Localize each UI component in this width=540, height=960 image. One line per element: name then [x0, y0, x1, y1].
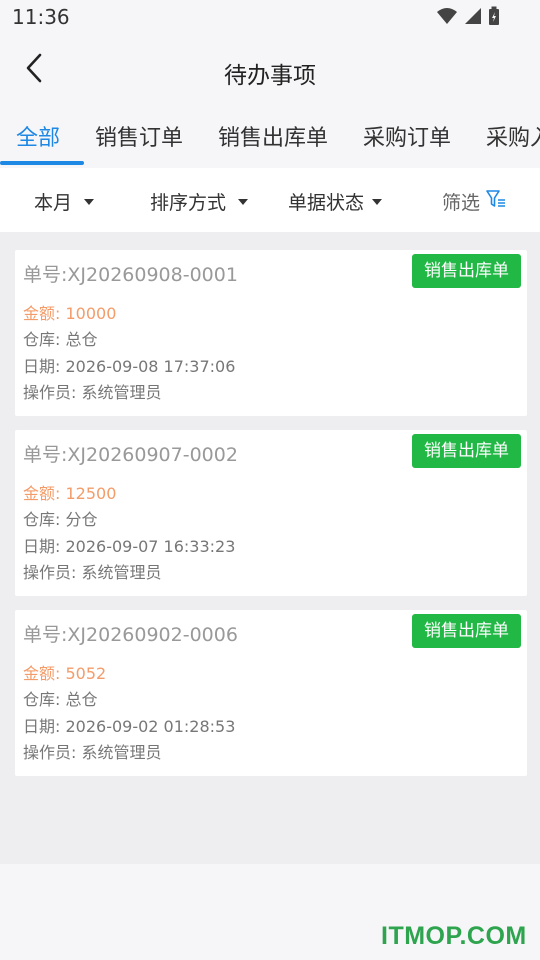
tab-purchase-order[interactable]: 采购订单 — [363, 120, 451, 152]
sort-filter-label: 排序方式 — [150, 192, 227, 214]
status-filter-label: 单据状态 — [288, 192, 365, 214]
order-number: 单号:XJ20260902-0006 — [23, 624, 238, 646]
month-filter-label: 本月 — [34, 192, 73, 214]
amount: 金额: 10000 — [23, 304, 117, 323]
sort-filter[interactable]: 排序方式 — [150, 188, 249, 215]
active-tab-indicator — [0, 161, 84, 165]
todo-list: 单号:XJ20260908-0001 销售出库单 金额: 10000 仓库: 总… — [0, 232, 540, 864]
caret-down-icon — [238, 198, 249, 205]
date: 日期: 2026-09-07 16:33:23 — [23, 537, 236, 556]
order-number: 单号:XJ20260908-0001 — [23, 264, 238, 286]
date: 日期: 2026-09-08 17:37:06 — [23, 357, 236, 376]
operator: 操作员: 系统管理员 — [23, 383, 162, 402]
caret-down-icon — [372, 198, 383, 205]
amount: 金额: 5052 — [23, 664, 107, 683]
tab-purchase-inbound[interactable]: 采购入 — [486, 120, 540, 152]
warehouse: 仓库: 总仓 — [23, 690, 98, 709]
date: 日期: 2026-09-02 01:28:53 — [23, 717, 236, 736]
battery-icon — [488, 6, 500, 30]
signal-icon — [464, 7, 482, 29]
operator: 操作员: 系统管理员 — [23, 563, 162, 582]
tab-all[interactable]: 全部 — [16, 120, 60, 152]
wifi-icon — [436, 7, 458, 29]
screen-filter-button[interactable]: 筛选 — [442, 188, 506, 215]
list-item[interactable]: 单号:XJ20260908-0001 销售出库单 金额: 10000 仓库: 总… — [15, 250, 527, 416]
status-icons — [436, 6, 500, 30]
type-badge[interactable]: 销售出库单 — [412, 254, 521, 288]
status-time: 11:36 — [12, 5, 70, 29]
status-bar: 11:36 — [0, 0, 540, 36]
operator: 操作员: 系统管理员 — [23, 743, 162, 762]
screen-filter-label: 筛选 — [442, 192, 481, 214]
caret-down-icon — [84, 198, 95, 205]
warehouse: 仓库: 分仓 — [23, 510, 98, 529]
filter-bar: 本月 排序方式 单据状态 筛选 — [0, 168, 540, 232]
header: 待办事项 — [0, 36, 540, 102]
type-badge[interactable]: 销售出库单 — [412, 434, 521, 468]
tab-bar: 全部 销售订单 销售出库单 采购订单 采购入 — [0, 102, 540, 166]
order-number: 单号:XJ20260907-0002 — [23, 444, 238, 466]
filter-icon — [480, 189, 506, 214]
list-item[interactable]: 单号:XJ20260907-0002 销售出库单 金额: 12500 仓库: 分… — [15, 430, 527, 596]
watermark-logo: ITMOP.COM — [381, 922, 527, 950]
month-filter[interactable]: 本月 — [34, 188, 95, 215]
page-title: 待办事项 — [224, 63, 316, 89]
tab-sales-outbound[interactable]: 销售出库单 — [218, 120, 328, 152]
type-badge[interactable]: 销售出库单 — [412, 614, 521, 648]
status-filter[interactable]: 单据状态 — [288, 188, 383, 215]
amount: 金额: 12500 — [23, 484, 117, 503]
tab-sales-order[interactable]: 销售订单 — [95, 120, 183, 152]
list-item[interactable]: 单号:XJ20260902-0006 销售出库单 金额: 5052 仓库: 总仓… — [15, 610, 527, 776]
warehouse: 仓库: 总仓 — [23, 330, 98, 349]
